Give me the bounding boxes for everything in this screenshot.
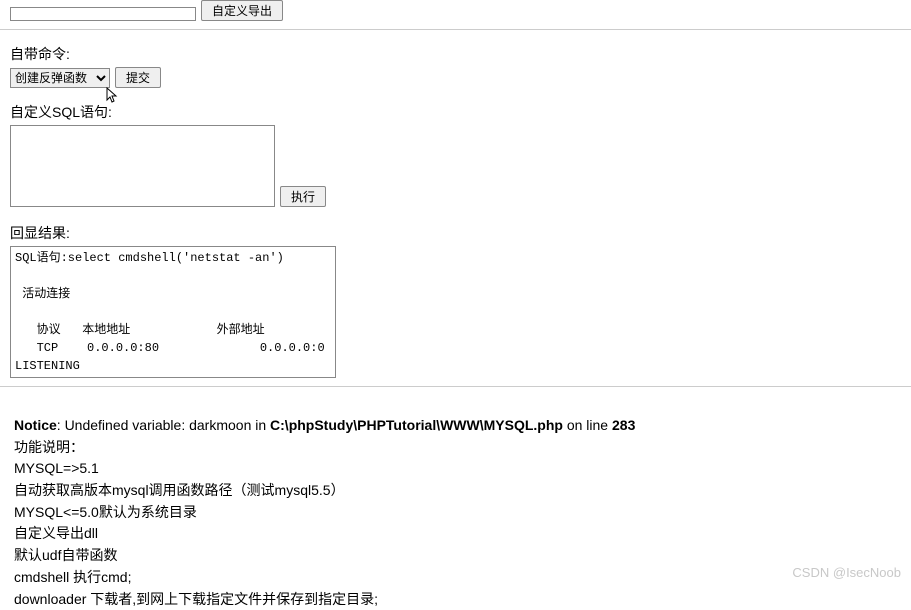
custom-export-button[interactable]: 自定义导出	[201, 0, 283, 21]
info-line: downloader 下载者,到网上下载指定文件并保存到指定目录;	[14, 589, 901, 610]
info-line: MYSQL=>5.1	[14, 458, 901, 480]
watermark: CSDN @IsecNoob	[792, 565, 901, 580]
custom-sql-textarea[interactable]	[10, 125, 275, 207]
notice-prefix: Notice	[14, 417, 57, 433]
info-line: 默认udf自带函数	[14, 545, 901, 567]
notice-path: C:\phpStudy\PHPTutorial\WWW\MYSQL.php	[270, 417, 563, 433]
notice-online: on line	[563, 417, 612, 433]
result-label: 回显结果:	[10, 223, 911, 243]
builtin-cmd-label: 自带命令:	[10, 44, 911, 64]
execute-button[interactable]: 执行	[280, 186, 326, 207]
notice-msg: : Undefined variable: darkmoon in	[57, 417, 270, 433]
submit-button[interactable]: 提交	[115, 67, 161, 88]
info-line: 自定义导出dll	[14, 523, 901, 545]
divider	[0, 29, 911, 30]
top-textarea[interactable]	[10, 7, 196, 21]
divider	[0, 386, 911, 387]
result-textarea[interactable]: SQL语句:select cmdshell('netstat -an') 活动连…	[10, 246, 336, 378]
info-line: MYSQL<=5.0默认为系统目录	[14, 502, 901, 524]
builtin-cmd-select[interactable]: 创建反弹函数	[10, 68, 110, 88]
info-line: cmdshell 执行cmd;	[14, 567, 901, 589]
info-line: 自动获取高版本mysql调用函数路径（测试mysql5.5）	[14, 480, 901, 502]
custom-sql-label: 自定义SQL语句:	[10, 102, 911, 122]
php-notice-line: Notice: Undefined variable: darkmoon in …	[14, 415, 901, 437]
notice-line: 283	[612, 417, 635, 433]
info-line: 功能说明：	[14, 437, 901, 459]
